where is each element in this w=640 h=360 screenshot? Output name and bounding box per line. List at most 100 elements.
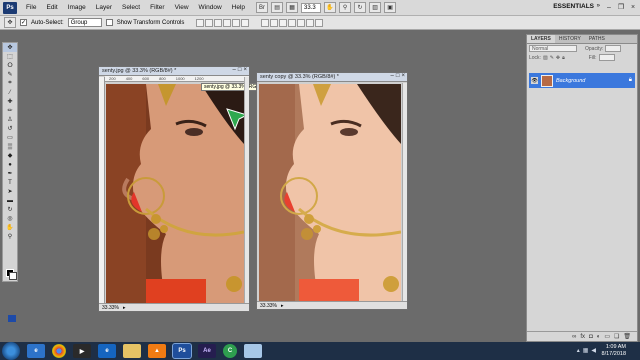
status-menu-icon[interactable]: ▸ [123, 305, 126, 311]
menu-window[interactable]: Window [194, 4, 227, 11]
gradient-tool-icon[interactable]: ▒ [3, 142, 17, 151]
lock-all-icon[interactable]: 🔒︎ [562, 55, 565, 61]
tab-layers[interactable]: LAYERS [527, 35, 555, 43]
notepad-icon[interactable] [244, 344, 262, 358]
rotate-view-icon[interactable]: ↻ [354, 2, 367, 13]
zoom-level-field[interactable]: 33.3 [301, 2, 322, 13]
camtasia-icon[interactable]: C [223, 344, 237, 358]
lock-image-icon[interactable]: ✎ [550, 55, 554, 61]
blur-tool-icon[interactable]: ◆ [3, 151, 17, 160]
chevron-up-icon[interactable]: ▴ [577, 347, 580, 354]
align-top-icon[interactable] [196, 18, 205, 27]
path-select-tool-icon[interactable]: ➤ [3, 187, 17, 196]
zoom-percentage[interactable]: 33.33% [102, 305, 119, 311]
fill-field[interactable] [598, 54, 615, 61]
maximize-icon[interactable]: □ [238, 67, 242, 73]
link-layers-icon[interactable]: ∞ [572, 334, 576, 340]
lock-transparent-icon[interactable]: ▨ [543, 55, 548, 61]
minimize-icon[interactable]: – [233, 67, 236, 73]
vertical-scrollbar[interactable] [244, 77, 249, 303]
horizontal-ruler[interactable]: 200 400 600 800 1000 1200 [105, 76, 249, 82]
menu-help[interactable]: Help [227, 4, 250, 11]
distribute-left-icon[interactable] [288, 18, 297, 27]
vlc-icon[interactable]: ▲ [148, 344, 166, 358]
after-effects-icon[interactable]: Ae [198, 344, 216, 358]
eraser-tool-icon[interactable]: ▭ [3, 133, 17, 142]
distribute-bottom-icon[interactable] [279, 18, 288, 27]
zoom-percentage[interactable]: 33.33% [260, 303, 277, 309]
document-title-bar[interactable]: senty.jpg @ 33.3% (RGB/8#) * – □ × [99, 67, 249, 76]
quick-select-tool-icon[interactable]: ✎ [3, 70, 17, 79]
eyedropper-tool-icon[interactable]: ⁄ [3, 88, 17, 97]
chevron-double-right-icon[interactable]: » [597, 3, 600, 9]
move-tool-icon[interactable]: ✥ [3, 43, 17, 52]
clock[interactable]: 1:09 AM 8/17/2018 [602, 344, 626, 358]
arrange-documents-icon[interactable]: ▥ [369, 2, 382, 13]
auto-select-dropdown[interactable]: Group [67, 18, 102, 27]
document-canvas[interactable] [259, 84, 401, 301]
hand-tool-icon[interactable]: ✋ [324, 2, 337, 13]
quick-mask-icon[interactable] [8, 315, 16, 322]
align-left-icon[interactable] [223, 18, 232, 27]
type-tool-icon[interactable]: T [3, 178, 17, 187]
distribute-right-icon[interactable] [306, 18, 315, 27]
blend-mode-dropdown[interactable]: Normal [529, 45, 577, 52]
shape-tool-icon[interactable]: ▬ [3, 196, 17, 205]
lasso-tool-icon[interactable]: ⵔ [3, 61, 17, 70]
menu-select[interactable]: Select [117, 4, 145, 11]
maximize-icon[interactable]: □ [396, 73, 400, 79]
align-bottom-icon[interactable] [214, 18, 223, 27]
auto-select-checkbox[interactable]: ✓ [20, 19, 27, 26]
distribute-middle-icon[interactable] [270, 18, 279, 27]
history-brush-tool-icon[interactable]: ↺ [3, 124, 17, 133]
layer-style-icon[interactable]: fx [580, 334, 585, 340]
tab-history[interactable]: HISTORY [555, 35, 585, 43]
align-center-icon[interactable] [232, 18, 241, 27]
crop-tool-icon[interactable]: ⌗ [3, 79, 17, 88]
volume-icon[interactable]: ◀ [591, 347, 596, 354]
brush-tool-icon[interactable]: ✏ [3, 106, 17, 115]
photoshop-taskbar-icon[interactable]: Ps [172, 343, 192, 359]
extras-icon[interactable]: ▦ [286, 2, 299, 13]
dodge-tool-icon[interactable]: ● [3, 160, 17, 169]
opacity-field[interactable] [605, 45, 622, 52]
distribute-center-icon[interactable] [297, 18, 306, 27]
document-canvas[interactable] [106, 84, 244, 303]
zoom-tool-icon[interactable]: ⚲ [339, 2, 352, 13]
marquee-tool-icon[interactable]: ⬚ [3, 52, 17, 61]
ie-icon[interactable]: e [27, 344, 45, 358]
eye-icon[interactable]: 👁︎ [531, 77, 538, 84]
screen-mode-icon[interactable]: ▣ [384, 2, 397, 13]
minimize-icon[interactable]: – [604, 2, 614, 12]
vertical-ruler[interactable] [99, 77, 105, 303]
pen-tool-icon[interactable]: ✒ [3, 169, 17, 178]
new-layer-icon[interactable]: ❏ [614, 333, 619, 340]
chrome-icon[interactable] [52, 344, 66, 358]
align-right-icon[interactable] [241, 18, 250, 27]
menu-filter[interactable]: Filter [145, 4, 169, 11]
restore-icon[interactable]: ❐ [616, 2, 626, 12]
move-tool-preset-icon[interactable]: ✥ [4, 17, 16, 28]
menu-image[interactable]: Image [63, 4, 91, 11]
close-icon[interactable]: × [628, 2, 638, 12]
lock-position-icon[interactable]: ✥ [556, 55, 560, 61]
clone-stamp-tool-icon[interactable]: ♙ [3, 115, 17, 124]
menu-layer[interactable]: Layer [91, 4, 117, 11]
menu-file[interactable]: File [21, 4, 41, 11]
3d-rotate-tool-icon[interactable]: ↻ [3, 205, 17, 214]
mini-bridge-icon[interactable]: ▤ [271, 2, 284, 13]
add-mask-icon[interactable]: ◘ [589, 334, 593, 340]
3d-camera-tool-icon[interactable]: ◎ [3, 214, 17, 223]
adjustment-layer-icon[interactable]: ◐ [597, 334, 601, 340]
zoom-tool-icon[interactable]: ⚲ [3, 232, 17, 241]
vertical-scrollbar[interactable] [402, 83, 407, 301]
align-middle-icon[interactable] [205, 18, 214, 27]
menu-view[interactable]: View [170, 4, 194, 11]
show-transform-checkbox[interactable] [105, 19, 113, 26]
document-title-bar[interactable]: senty copy @ 33.3% (RGB/8#) * – □ × [257, 73, 407, 82]
close-icon[interactable]: × [401, 73, 405, 79]
close-icon[interactable]: × [243, 67, 247, 73]
auto-align-icon[interactable] [315, 18, 324, 27]
bridge-icon[interactable]: Br [256, 2, 269, 13]
media-icon[interactable]: ▶ [73, 344, 91, 358]
